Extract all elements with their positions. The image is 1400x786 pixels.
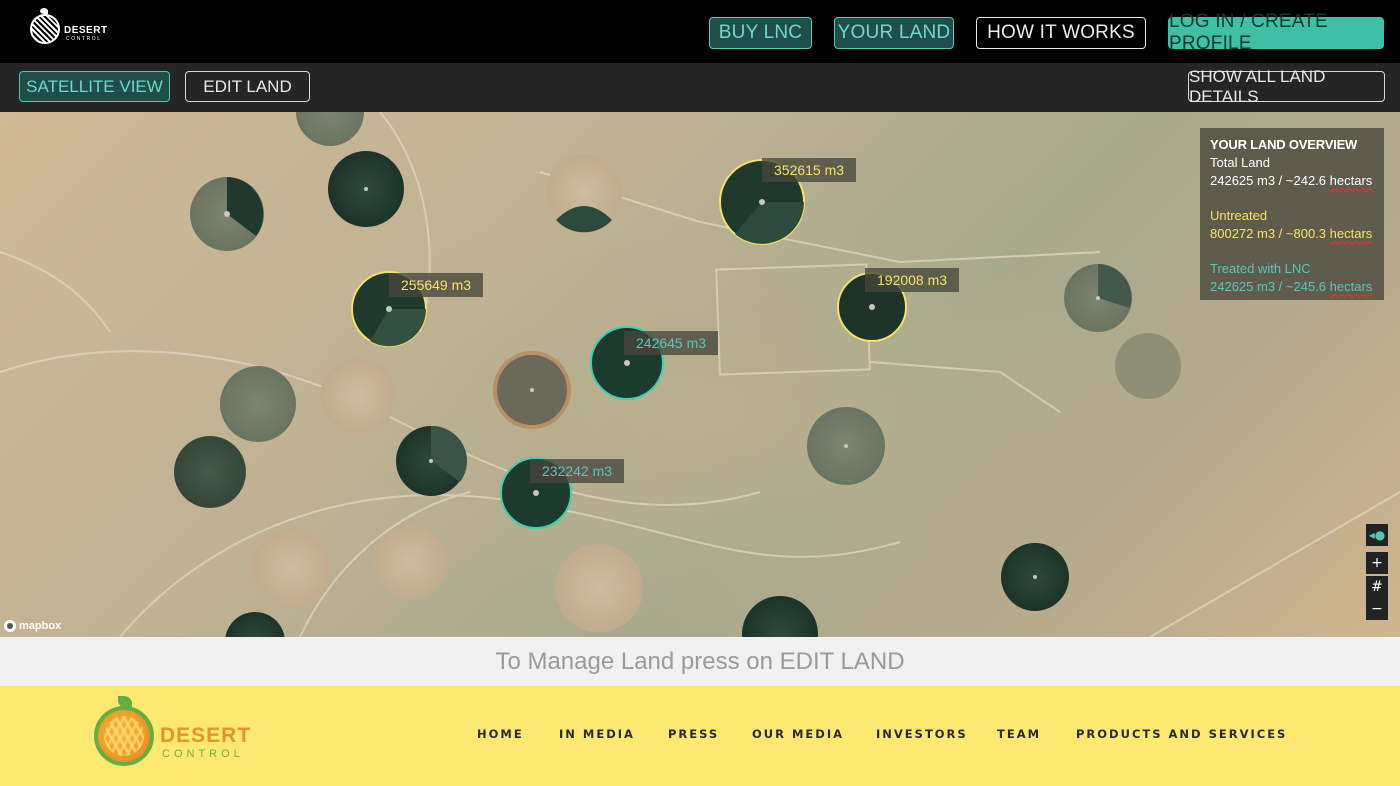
- zoom-out-button[interactable]: −: [1366, 598, 1388, 620]
- footer-link-investors[interactable]: INVESTORS: [876, 727, 968, 741]
- logo-sub-text: CONTROL: [66, 36, 102, 42]
- buy-lnc-button[interactable]: BUY LNC: [709, 17, 812, 49]
- treated-value: 242625 m3 / ~245.6 hectars: [1210, 279, 1373, 294]
- untreated-label: Untreated: [1210, 208, 1268, 223]
- globe-icon: [30, 14, 60, 44]
- leaf-icon: [118, 696, 132, 708]
- footer-logo-brand: DESERT: [160, 724, 252, 747]
- grid-button[interactable]: #: [1366, 576, 1388, 598]
- footer-link-press[interactable]: PRESS: [668, 727, 719, 741]
- instruction-text: To Manage Land press on EDIT LAND: [0, 637, 1400, 686]
- footer-link-products-services[interactable]: PRODUCTS AND SERVICES: [1076, 727, 1287, 741]
- mapbox-attribution[interactable]: mapbox: [4, 619, 61, 633]
- treated-label: Treated with LNC: [1210, 261, 1311, 276]
- untreated-value: 800272 m3 / ~800.3 hectars: [1210, 226, 1373, 241]
- untreated-fields[interactable]: [351, 159, 907, 347]
- land-overview-panel: YOUR LAND OVERVIEW Total Land 242625 m3 …: [1200, 128, 1384, 300]
- edit-land-button[interactable]: EDIT LAND: [185, 71, 310, 102]
- land-label[interactable]: 242645 m3: [624, 331, 719, 355]
- login-create-profile-button[interactable]: LOG IN / CREATE PROFILE: [1168, 11, 1384, 54]
- land-label[interactable]: 255649 m3: [389, 273, 484, 297]
- orange-orb-icon: [94, 706, 154, 766]
- top-navigation: DESERT CONTROL BUY LNC YOUR LAND HOW IT …: [0, 0, 1400, 63]
- footer-link-team[interactable]: TEAM: [997, 727, 1041, 741]
- footer-logo-sub: CONTROL: [162, 748, 244, 760]
- mapbox-icon: [4, 620, 16, 632]
- footer-link-our-media[interactable]: OUR MEDIA: [752, 727, 844, 741]
- satellite-map[interactable]: 352615 m3 255649 m3 192008 m3 242645 m3 …: [0, 112, 1400, 637]
- total-land-label: Total Land: [1210, 155, 1270, 170]
- total-land-value: 242625 m3 / ~242.6 hectars: [1210, 173, 1373, 188]
- logo-brand-text: DESERT: [64, 25, 108, 36]
- footer-logo[interactable]: DESERT CONTROL: [94, 696, 254, 776]
- field-circles: [174, 112, 1181, 637]
- overview-title: YOUR LAND OVERVIEW: [1210, 137, 1358, 152]
- show-all-land-details-button[interactable]: SHOW ALL LAND DETAILS: [1188, 67, 1385, 106]
- leaf-icon: [40, 8, 48, 14]
- land-label[interactable]: 192008 m3: [865, 268, 960, 292]
- map-toolbar: SATELLITE VIEW EDIT LAND SHOW ALL LAND D…: [0, 63, 1400, 112]
- zoom-in-button[interactable]: +: [1366, 552, 1388, 574]
- share-icon[interactable]: ◂●: [1366, 524, 1388, 546]
- land-label[interactable]: 352615 m3: [762, 158, 857, 182]
- footer-link-home[interactable]: HOME: [477, 727, 524, 741]
- how-it-works-button[interactable]: HOW IT WORKS: [976, 17, 1146, 49]
- desert-control-logo[interactable]: DESERT CONTROL: [30, 8, 112, 51]
- mapbox-text: mapbox: [19, 620, 62, 632]
- map-terrain: [0, 112, 1400, 637]
- footer-link-in-media[interactable]: IN MEDIA: [559, 727, 635, 741]
- your-land-button[interactable]: YOUR LAND: [834, 17, 954, 49]
- satellite-view-button[interactable]: SATELLITE VIEW: [19, 71, 170, 102]
- land-label[interactable]: 232242 m3: [530, 459, 625, 483]
